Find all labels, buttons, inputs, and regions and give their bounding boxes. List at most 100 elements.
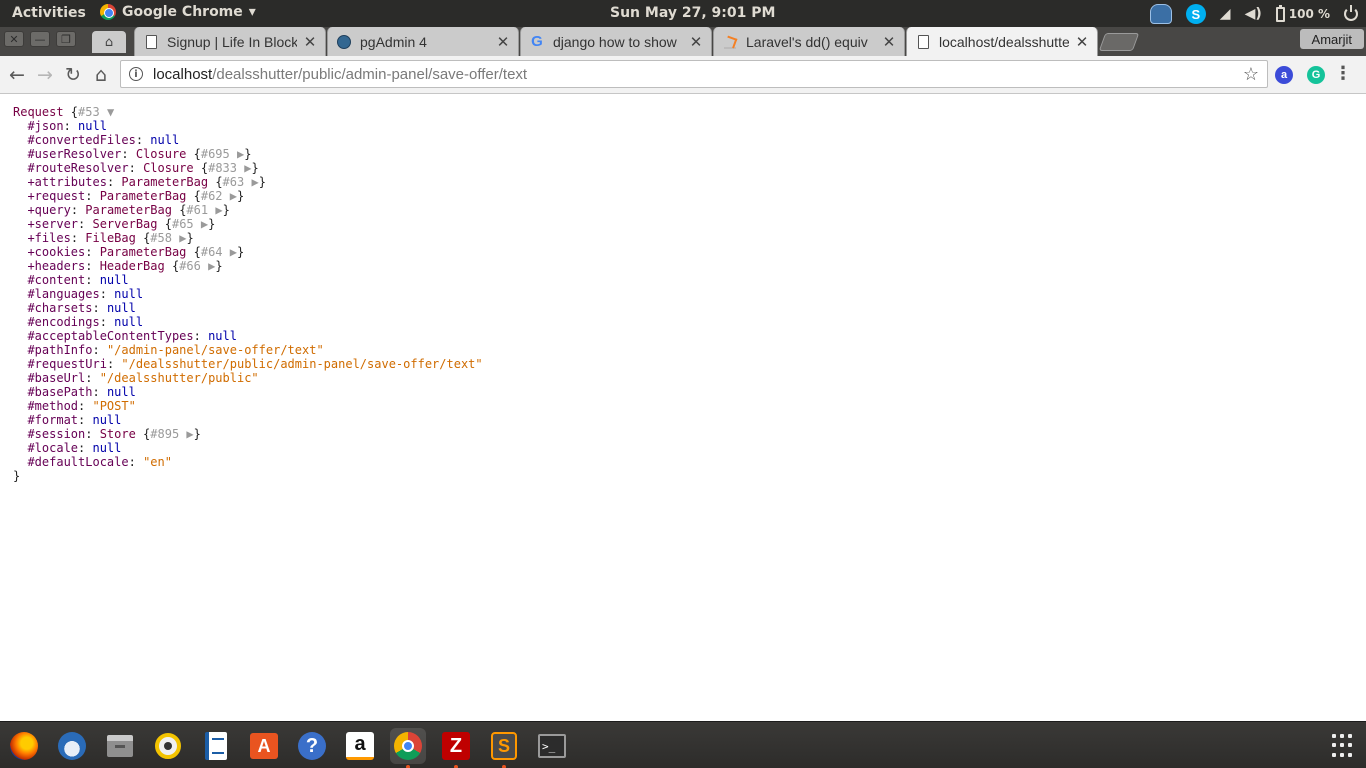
collapsed-toggle-icon[interactable]: ▶	[237, 161, 251, 175]
forward-arrow-icon[interactable]: →	[32, 62, 58, 88]
dump-brace: {	[171, 203, 187, 217]
app-menu[interactable]: Google Chrome ▾	[100, 4, 256, 20]
tab-django[interactable]: G django how to show ✕	[520, 27, 712, 56]
dump-brace: }	[258, 175, 266, 189]
close-icon[interactable]: ✕	[882, 33, 896, 51]
dock-item-help[interactable]: ?	[294, 728, 330, 764]
dock-item-sublime-text[interactable]: S	[486, 728, 522, 768]
dump-colon: :	[92, 301, 107, 315]
dump-property: #acceptableContentTypes: null	[13, 329, 483, 343]
wifi-icon[interactable]: ◢	[1220, 6, 1231, 22]
collapsed-toggle-icon[interactable]: ▶	[244, 175, 258, 189]
window-minimize-button[interactable]: —	[30, 31, 50, 47]
url-host: localhost	[153, 65, 213, 83]
profile-button[interactable]: Amarjit	[1299, 29, 1364, 49]
dump-object-id: #62	[200, 189, 223, 203]
clock[interactable]: Sun May 27, 9:01 PM	[610, 5, 775, 21]
address-bar[interactable]: i localhost/dealsshutter/public/admin-pa…	[120, 60, 1268, 88]
bookmark-star-icon[interactable]: ☆	[1243, 64, 1259, 85]
close-icon[interactable]: ✕	[689, 33, 703, 51]
dock-item-software-center[interactable]: A	[246, 728, 282, 764]
dump-class-value: Closure	[135, 147, 187, 161]
close-icon[interactable]: ✕	[1075, 33, 1089, 51]
dump-key: #method	[27, 399, 79, 413]
tab-strip: ✕ — ❐ ⌂ Signup | Life In Block ✕ pgAdmin…	[0, 27, 1366, 57]
dock-item-amazon[interactable]: a	[342, 728, 378, 764]
dump-brace: {	[193, 161, 209, 175]
dock-item-firefox[interactable]	[6, 728, 42, 764]
volume-icon[interactable]: ◀)	[1245, 6, 1262, 22]
collapsed-toggle-icon[interactable]: ▶	[194, 217, 208, 231]
home-tab-button[interactable]: ⌂	[92, 31, 126, 53]
tab-pgadmin[interactable]: pgAdmin 4 ✕	[327, 27, 519, 56]
page-icon	[915, 34, 931, 50]
collapsed-toggle-icon[interactable]: ▶	[201, 259, 215, 273]
thunderbird-icon	[58, 732, 86, 760]
dump-colon: :	[85, 273, 100, 287]
grammarly-icon[interactable]: G	[1307, 66, 1325, 84]
dump-null-value: null	[114, 315, 144, 329]
dump-property: #basePath: null	[13, 385, 483, 399]
dock-item-files[interactable]	[102, 728, 138, 764]
back-arrow-icon[interactable]: ←	[4, 62, 30, 88]
info-icon[interactable]: i	[129, 67, 143, 81]
chrome-icon	[100, 4, 116, 20]
tab-localhost[interactable]: localhost/dealsshutter ✕	[906, 27, 1098, 57]
page-icon	[143, 34, 159, 50]
power-icon[interactable]	[1344, 5, 1358, 21]
tab-laravel[interactable]: Laravel's dd() equiv ✕	[713, 27, 905, 56]
dock-item-libreoffice-writer[interactable]	[198, 728, 234, 764]
dock-item-rhythmbox[interactable]	[150, 728, 186, 764]
dump-key: #content	[27, 273, 86, 287]
dump-brace: {	[135, 427, 151, 441]
new-tab-button[interactable]	[1098, 33, 1140, 51]
software-icon: A	[250, 733, 278, 759]
dump-brace: {	[157, 217, 172, 231]
window-close-button[interactable]: ✕	[4, 31, 24, 47]
dump-class-value: ParameterBag	[99, 189, 187, 203]
dump-string-value: "/dealsshutter/public"	[99, 371, 259, 385]
dump-brace: }	[13, 469, 21, 483]
collapsed-toggle-icon[interactable]: ▶	[172, 231, 186, 245]
menu-icon[interactable]: ⋮	[1334, 65, 1352, 83]
collapsed-toggle-icon[interactable]: ▶	[223, 245, 237, 259]
dock-item-filezilla[interactable]: Z	[438, 728, 474, 768]
window-maximize-button[interactable]: ❐	[56, 31, 76, 47]
tab-signup[interactable]: Signup | Life In Block ✕	[134, 27, 326, 56]
collapsed-toggle-icon[interactable]: ▶	[208, 203, 222, 217]
close-icon[interactable]: ✕	[303, 33, 317, 51]
dump-colon: :	[106, 175, 122, 189]
dump-key: #json	[27, 119, 64, 133]
dump-key: #routeResolver	[27, 161, 129, 175]
reload-icon[interactable]: ↻	[60, 62, 86, 88]
activities-button[interactable]: Activities	[12, 5, 86, 21]
dump-property: #languages: null	[13, 287, 483, 301]
dump-key: +attributes	[27, 175, 107, 189]
dock-item-terminal[interactable]: >_	[534, 728, 570, 764]
dump-property: +query: ParameterBag {#61 ▶}	[13, 203, 483, 217]
expanded-toggle-icon[interactable]: ▼	[100, 105, 114, 119]
dump-property: #session: Store {#895 ▶}	[13, 427, 483, 441]
dump-key: #baseUrl	[27, 371, 86, 385]
dock-item-thunderbird[interactable]	[54, 728, 90, 764]
dock-item-chrome[interactable]	[390, 728, 426, 768]
dump-brace: {	[186, 189, 201, 203]
dump-null-value: null	[92, 441, 122, 455]
dump-property: #requestUri: "/dealsshutter/public/admin…	[13, 357, 482, 371]
collapsed-toggle-icon[interactable]: ▶	[230, 147, 244, 161]
collapsed-toggle-icon[interactable]: ▶	[223, 189, 237, 203]
dump-colon: :	[78, 413, 93, 427]
dump-key: #pathInfo	[27, 343, 93, 357]
dump-key: +server	[27, 217, 79, 231]
home-icon[interactable]: ⌂	[88, 62, 114, 88]
dump-brace: {	[135, 231, 151, 245]
skype-tray-icon[interactable]: S	[1185, 4, 1206, 24]
extension-a-icon[interactable]: a	[1275, 66, 1293, 84]
battery-indicator[interactable]: 100 %	[1275, 4, 1330, 22]
collapsed-toggle-icon[interactable]: ▶	[179, 427, 193, 441]
dump-property: #charsets: null	[13, 301, 483, 315]
dump-property: #locale: null	[13, 441, 483, 455]
close-icon[interactable]: ✕	[496, 33, 510, 51]
pgadmin-tray-icon[interactable]	[1149, 4, 1172, 24]
app-grid-icon[interactable]	[1332, 734, 1356, 758]
